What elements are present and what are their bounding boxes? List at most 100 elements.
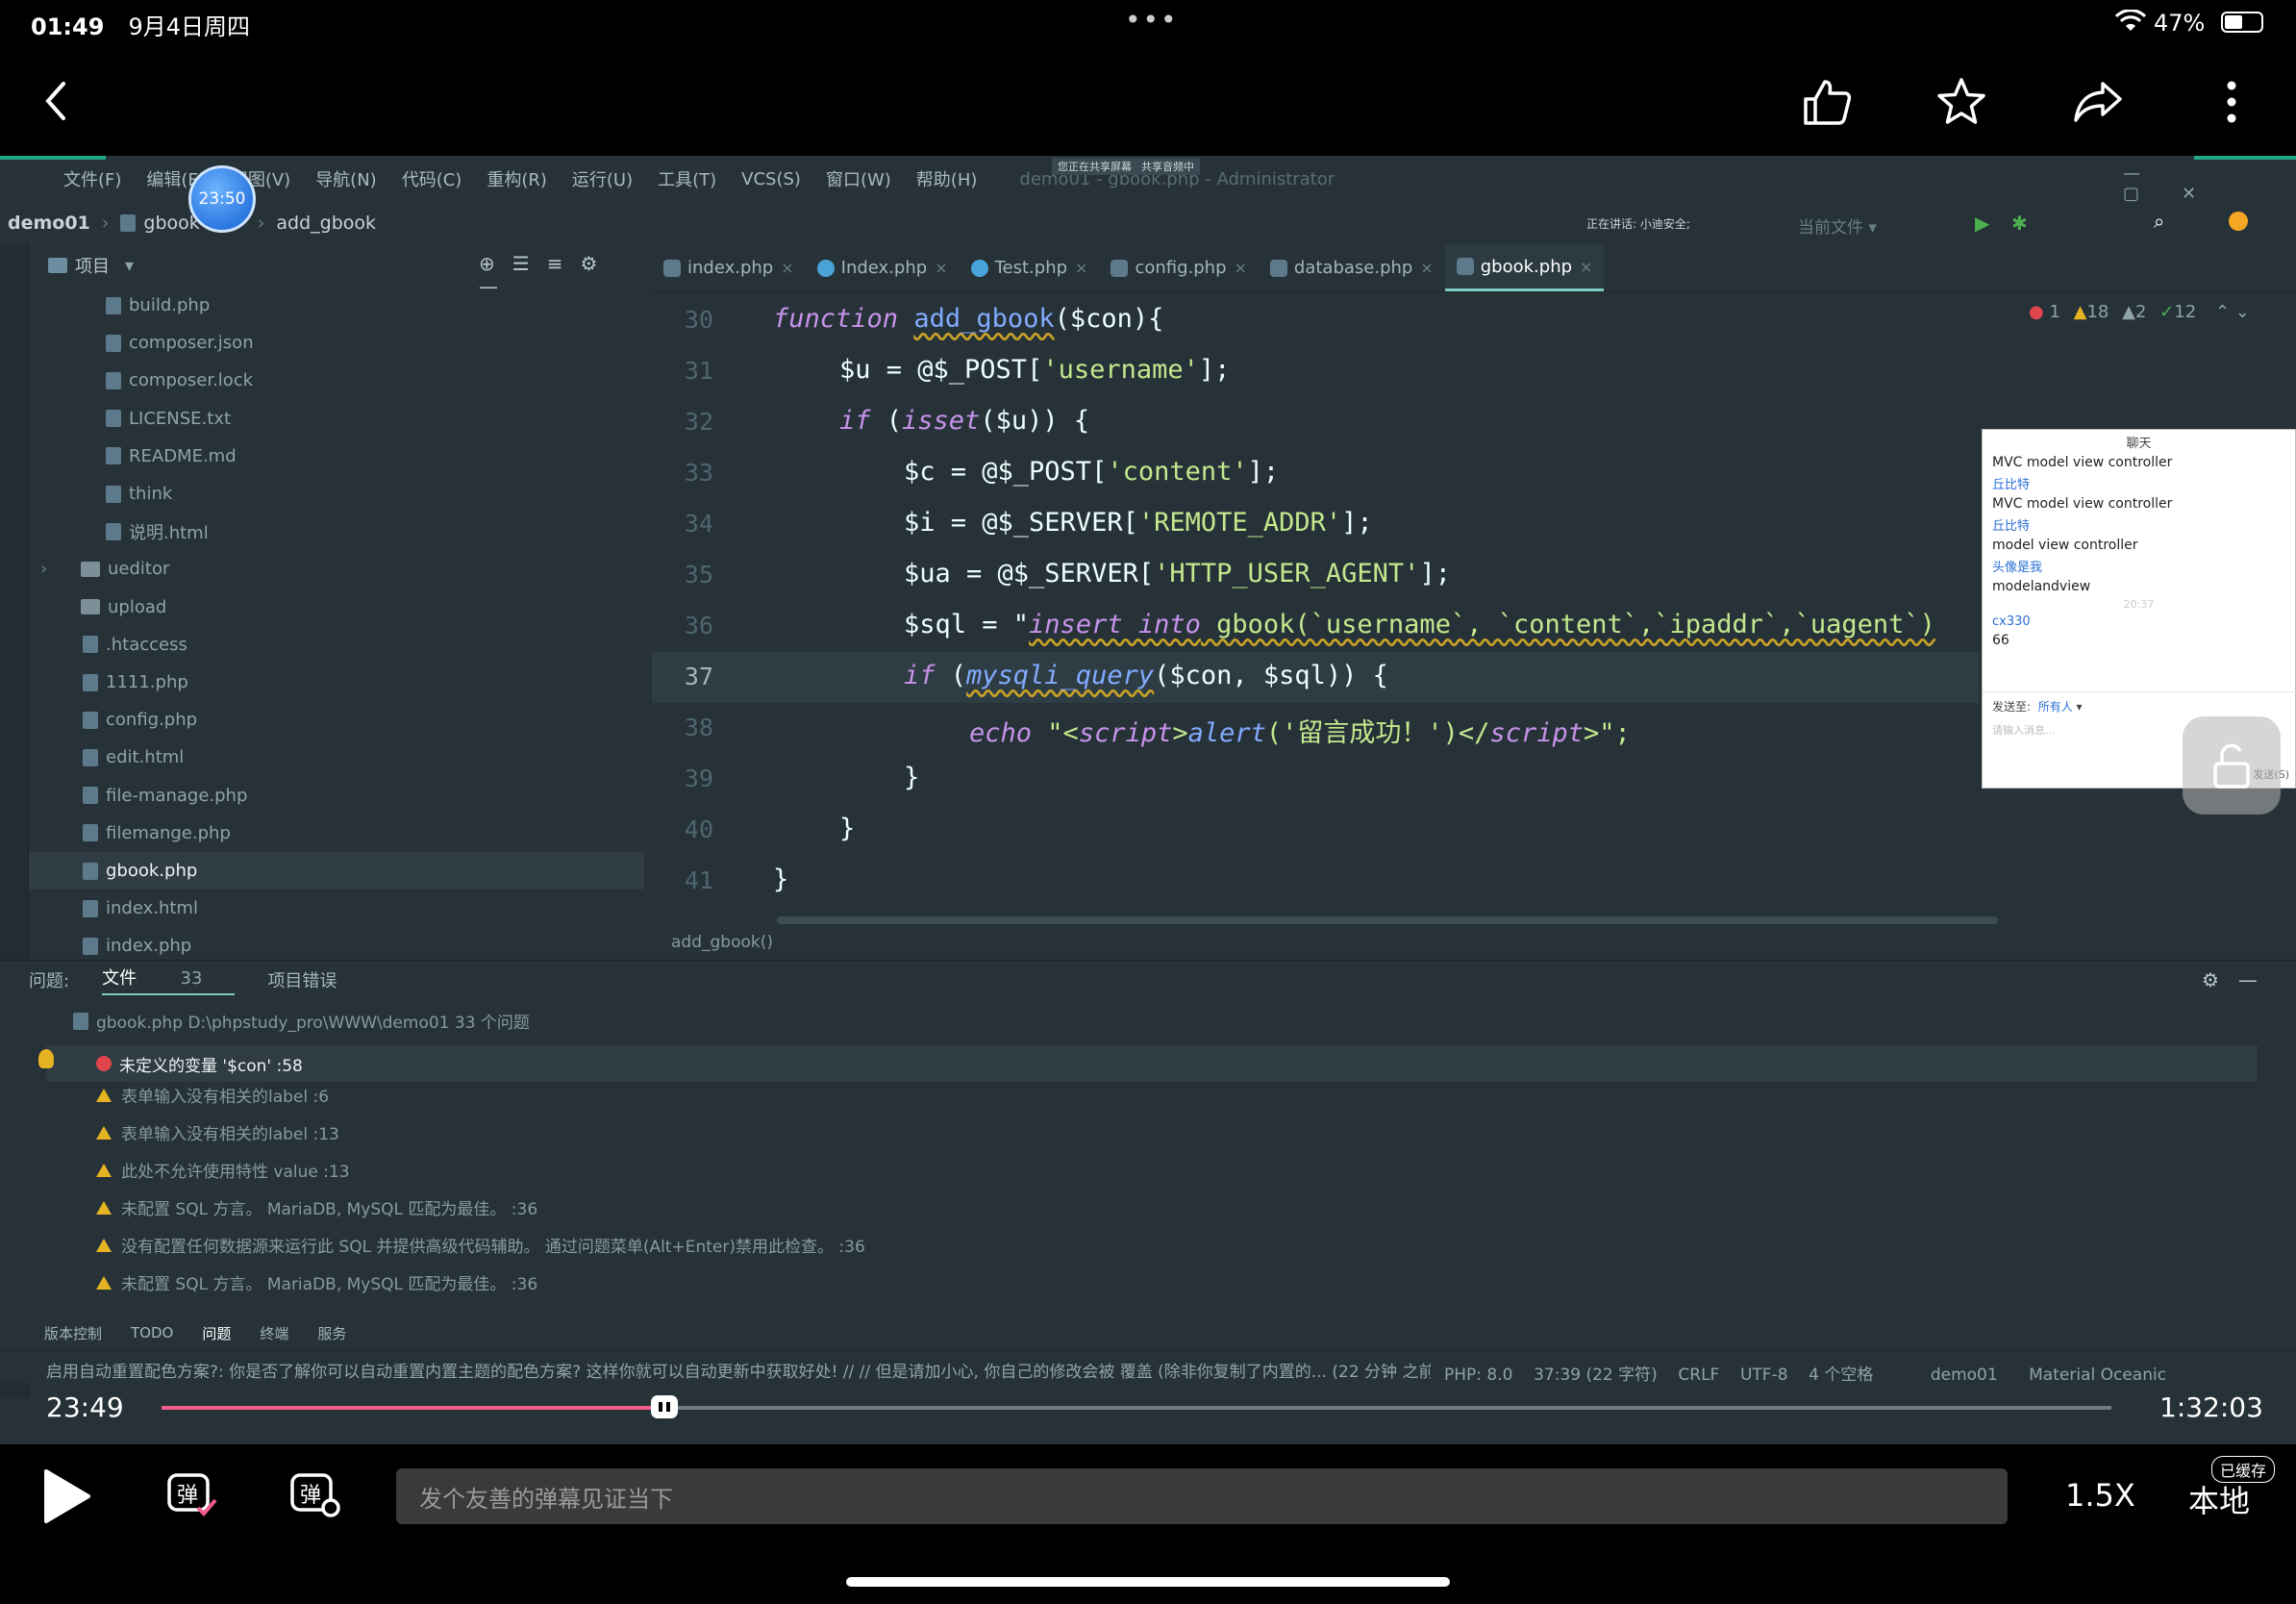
tree-item[interactable]: › ueditor (29, 550, 644, 588)
problems-label: 问题: (29, 971, 70, 991)
tree-item[interactable]: composer.json (29, 324, 644, 362)
inspection-widget[interactable]: ● 1 ▲18 ▲2 ✓12 ⌃ ⌄ (2029, 302, 2250, 322)
horizontal-scrollbar[interactable] (777, 916, 1998, 924)
bulb-icon[interactable] (38, 1049, 54, 1068)
problem-item[interactable]: 未配置 SQL 方言。 MariaDB, MySQL 匹配为最佳。 :36 (96, 1195, 537, 1219)
tab-file-problems[interactable]: 文件 33 (102, 965, 236, 995)
menu-refactor[interactable]: 重构(R) (487, 166, 547, 191)
tree-item[interactable]: 说明.html (29, 513, 644, 550)
chevron-down-icon[interactable]: ▾ (125, 256, 134, 276)
screen-lock-button[interactable] (2183, 716, 2281, 815)
tree-item[interactable]: think (29, 475, 644, 513)
share-button[interactable] (2067, 75, 2129, 129)
problem-item[interactable]: 未定义的变量 '$con' :58 (46, 1045, 2258, 1082)
tree-item[interactable]: LICENSE.txt (29, 400, 644, 438)
tree-item[interactable]: file-manage.php (29, 777, 644, 815)
more-button[interactable] (2217, 75, 2246, 129)
menu-file[interactable]: 文件(F) (63, 166, 121, 191)
tree-item-label: 1111.php (106, 672, 188, 692)
close-icon[interactable]: × (1420, 259, 1433, 277)
problem-item[interactable]: 表单输入没有相关的label :6 (96, 1083, 329, 1107)
progress-thumb[interactable] (651, 1395, 679, 1418)
menu-help[interactable]: 帮助(H) (916, 166, 978, 191)
tree-item[interactable]: .htaccess (29, 626, 644, 664)
tab-index-php[interactable]: Index.php × (806, 244, 960, 291)
tool-vcs[interactable]: 版本控制 (44, 1323, 102, 1343)
file-icon (83, 673, 98, 691)
tab-project-errors[interactable]: 项目错误 (267, 967, 337, 992)
tree-item[interactable]: 1111.php (29, 664, 644, 701)
line-number: 38 (684, 714, 713, 741)
menu-window[interactable]: 窗口(W) (826, 166, 891, 191)
tree-item[interactable]: build.php (29, 287, 644, 324)
panel-settings-icon[interactable]: ⚙— (2202, 968, 2277, 991)
tool-terminal[interactable]: 终端 (260, 1323, 288, 1343)
close-icon[interactable]: × (935, 259, 947, 277)
problems-file-header[interactable]: gbook.php D:\phpstudy_pro\WWW\demo01 33 … (73, 1009, 530, 1033)
local-source-button[interactable]: 本地 (2188, 1477, 2250, 1521)
tab-label: Test.php (994, 258, 1068, 278)
line-number: 30 (684, 306, 713, 334)
search-icon[interactable]: ⌕ (2154, 210, 2164, 233)
menu-run[interactable]: 运行(U) (572, 166, 633, 191)
home-indicator[interactable] (846, 1577, 1450, 1587)
tab-test-php[interactable]: Test.php × (960, 244, 1100, 291)
run-icon[interactable]: ▶ (1975, 212, 1989, 235)
danmaku-toggle-button[interactable]: 弹 (165, 1467, 219, 1521)
breadcrumb-function[interactable]: add_gbook (276, 213, 376, 234)
update-icon[interactable] (2229, 212, 2248, 231)
multitask-dots[interactable]: ••• (1125, 4, 1179, 36)
tree-item[interactable]: index.html (29, 890, 644, 927)
tool-todo[interactable]: TODO (131, 1324, 173, 1341)
close-icon[interactable]: × (1075, 259, 1087, 277)
tree-item[interactable]: composer.lock (29, 362, 644, 399)
tab-gbook-php[interactable]: gbook.php × (1444, 244, 1605, 291)
tree-item[interactable]: edit.html (29, 739, 644, 776)
file-icon (106, 334, 121, 352)
problem-item[interactable]: 表单输入没有相关的label :13 (96, 1120, 339, 1144)
problem-item[interactable]: 此处不允许使用特性 value :13 (96, 1158, 350, 1182)
menu-tools[interactable]: 工具(T) (658, 166, 716, 191)
close-icon[interactable]: × (1235, 259, 1247, 277)
breadcrumb-file[interactable]: gbook (143, 213, 199, 234)
menu-code[interactable]: 代码(C) (402, 166, 462, 191)
debug-icon[interactable]: ✱ (2011, 212, 2028, 235)
status-message[interactable]: 启用自动重置配色方案?: 你是否了解你可以自动重置内置主题的配色方案? 这样你就… (46, 1358, 1431, 1382)
tab-database-php[interactable]: database.php × (1259, 244, 1445, 291)
floating-timer-bubble[interactable]: 23:50 (188, 165, 256, 233)
menu-navigate[interactable]: 导航(N) (315, 166, 377, 191)
back-button[interactable] (35, 77, 77, 125)
tree-item[interactable]: README.md (29, 438, 644, 475)
play-button[interactable] (42, 1467, 92, 1525)
close-icon[interactable]: × (1580, 258, 1592, 276)
editor-footer-breadcrumb[interactable]: add_gbook() (671, 933, 773, 952)
danmaku-input[interactable]: 发个友善的弹幕见证当下 (396, 1468, 2008, 1524)
like-button[interactable] (1798, 75, 1856, 129)
tab-index-php[interactable]: index.php × (652, 244, 806, 291)
php-file-icon (1269, 259, 1287, 277)
tree-item[interactable]: config.php (29, 701, 644, 739)
run-config-select[interactable]: 当前文件 ▾ (1790, 212, 1884, 239)
problem-item[interactable]: 未配置 SQL 方言。 MariaDB, MySQL 匹配为最佳。 :36 (96, 1270, 537, 1294)
tab-config-php[interactable]: config.php × (1099, 244, 1258, 291)
progress-played (162, 1406, 665, 1410)
chevron-right-icon[interactable]: › (40, 559, 47, 579)
tool-problems[interactable]: 问题 (202, 1323, 231, 1343)
breadcrumb-project[interactable]: demo01 (8, 213, 90, 234)
chat-message: model view controller (1992, 538, 2138, 553)
tool-services[interactable]: 服务 (317, 1323, 346, 1343)
ide-video-frame[interactable]: 文件(F) 编辑(E) 视图(V) 导航(N) 代码(C) 重构(R) 运行(U… (0, 156, 2296, 1444)
speed-button[interactable]: 1.5X (2065, 1477, 2135, 1514)
current-time: 23:49 (46, 1391, 124, 1423)
tree-item-label: README.md (129, 445, 237, 466)
danmaku-settings-button[interactable]: 弹 (288, 1467, 342, 1521)
window-controls[interactable]: —▢✕ (2123, 163, 2296, 204)
tree-item[interactable]: upload (29, 589, 644, 626)
menu-vcs[interactable]: VCS(S) (741, 169, 801, 189)
tree-item[interactable]: gbook.php (29, 852, 644, 890)
problem-item[interactable]: 没有配置任何数据源来运行此 SQL 并提供高级代码辅助。 通过问题菜单(Alt+… (96, 1233, 865, 1257)
tree-item[interactable]: filemange.php (29, 815, 644, 852)
close-icon[interactable]: × (781, 259, 793, 277)
favorite-button[interactable] (1933, 75, 1990, 129)
project-label[interactable]: 项目 (75, 253, 110, 278)
